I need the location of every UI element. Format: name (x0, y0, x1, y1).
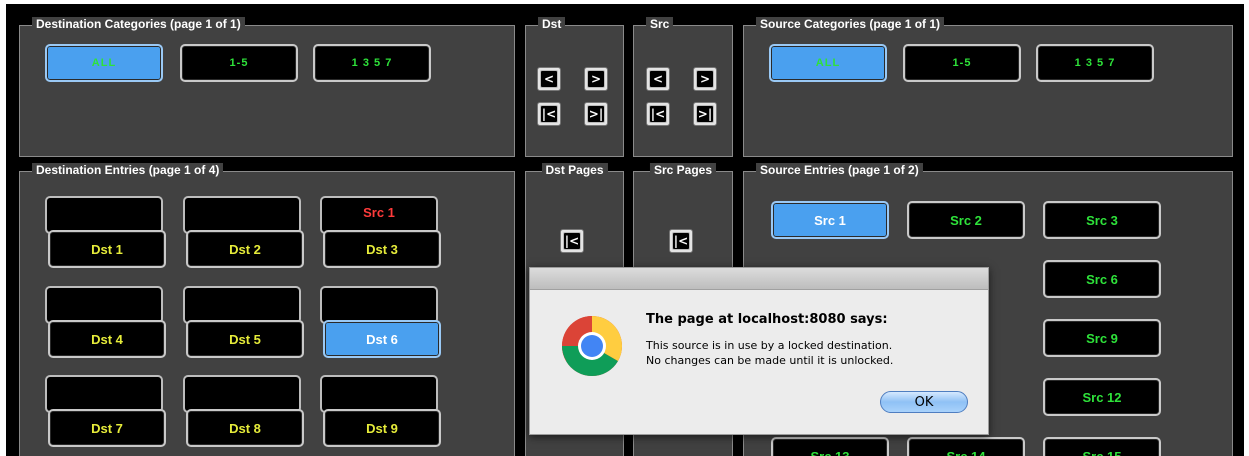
dst-8-button[interactable]: Dst 8 (186, 409, 304, 447)
prev-icon: < (649, 70, 667, 88)
source-category-1357-button[interactable]: 1 3 5 7 (1036, 44, 1154, 82)
dst-1-source-slot (45, 196, 163, 234)
src-last-button[interactable]: >| (693, 102, 717, 126)
first-icon: |< (649, 105, 667, 123)
src-14-button[interactable]: Src 14 (907, 437, 1025, 456)
last-icon: >| (587, 105, 605, 123)
dst-7-button[interactable]: Dst 7 (48, 409, 166, 447)
src-first-button[interactable]: |< (646, 102, 670, 126)
src-prev-button[interactable]: < (646, 67, 670, 91)
src-2-button[interactable]: Src 2 (907, 201, 1025, 239)
src-pages-title: Src Pages (649, 163, 717, 177)
dst-2-source-slot (183, 196, 301, 234)
dialog-heading: The page at localhost:8080 says: (646, 312, 888, 327)
src-nav-title: Src (646, 17, 674, 31)
ok-button[interactable]: OK (880, 391, 968, 413)
src-next-button[interactable]: > (693, 67, 717, 91)
source-category-all-button[interactable]: ALL (769, 44, 887, 82)
dst-pages-first-button[interactable]: |< (560, 229, 584, 253)
dst-5-source-slot (183, 286, 301, 324)
source-entries-title: Source Entries (page 1 of 2) (756, 163, 923, 177)
next-icon: > (696, 70, 714, 88)
prev-icon: < (540, 70, 558, 88)
dst-8-source-slot (183, 375, 301, 413)
destination-categories-panel: Destination Categories (page 1 of 1) ALL… (19, 17, 515, 157)
dst-6-button[interactable]: Dst 6 (323, 320, 441, 358)
dst-first-button[interactable]: |< (537, 102, 561, 126)
source-category-1-5-button[interactable]: 1-5 (903, 44, 1021, 82)
src-9-button[interactable]: Src 9 (1043, 319, 1161, 357)
dialog-titlebar[interactable] (530, 268, 988, 290)
src-6-button[interactable]: Src 6 (1043, 260, 1161, 298)
last-icon: >| (696, 105, 714, 123)
first-icon: |< (563, 232, 581, 250)
dst-pages-title: Dst Pages (541, 163, 608, 177)
dialog-message-line-2: No changes can be made until it is unloc… (646, 354, 894, 367)
chrome-icon (561, 316, 623, 377)
dst-5-button[interactable]: Dst 5 (186, 320, 304, 358)
dialog-message-line-1: This source is in use by a locked destin… (646, 339, 893, 352)
next-icon: > (587, 70, 605, 88)
dst-nav-panel: Dst < > |< >| (525, 17, 624, 157)
source-categories-title: Source Categories (page 1 of 1) (756, 17, 945, 31)
destination-entries-title: Destination Entries (page 1 of 4) (32, 163, 224, 177)
dst-3-source-slot: Src 1 (320, 196, 438, 234)
dst-3-button[interactable]: Dst 3 (323, 230, 441, 268)
src-15-button[interactable]: Src 15 (1043, 437, 1161, 456)
dst-next-button[interactable]: > (584, 67, 608, 91)
dst-9-button[interactable]: Dst 9 (323, 409, 441, 447)
first-icon: |< (540, 105, 558, 123)
dst-4-button[interactable]: Dst 4 (48, 320, 166, 358)
dst-prev-button[interactable]: < (537, 67, 561, 91)
src-13-button[interactable]: Src 13 (771, 437, 889, 456)
dst-last-button[interactable]: >| (584, 102, 608, 126)
dst-2-button[interactable]: Dst 2 (186, 230, 304, 268)
dest-category-1357-button[interactable]: 1 3 5 7 (313, 44, 431, 82)
alert-dialog: The page at localhost:8080 says: This so… (529, 267, 989, 435)
dst-7-source-slot (45, 375, 163, 413)
src-nav-panel: Src < > |< >| (633, 17, 733, 157)
destination-categories-title: Destination Categories (page 1 of 1) (32, 17, 245, 31)
dst-9-source-slot (320, 375, 438, 413)
src-1-button[interactable]: Src 1 (771, 201, 889, 239)
dest-category-1-5-button[interactable]: 1-5 (180, 44, 298, 82)
src-pages-first-button[interactable]: |< (669, 229, 693, 253)
dst-nav-title: Dst (538, 17, 566, 31)
src-3-button[interactable]: Src 3 (1043, 201, 1161, 239)
dst-6-source-slot (320, 286, 438, 324)
dest-category-all-button[interactable]: ALL (45, 44, 163, 82)
dst-4-source-slot (45, 286, 163, 324)
src-12-button[interactable]: Src 12 (1043, 378, 1161, 416)
destination-entries-panel: Destination Entries (page 1 of 4) Dst 1 … (19, 163, 515, 456)
dst-1-button[interactable]: Dst 1 (48, 230, 166, 268)
first-icon: |< (672, 232, 690, 250)
source-categories-panel: Source Categories (page 1 of 1) ALL 1-5 … (743, 17, 1233, 157)
